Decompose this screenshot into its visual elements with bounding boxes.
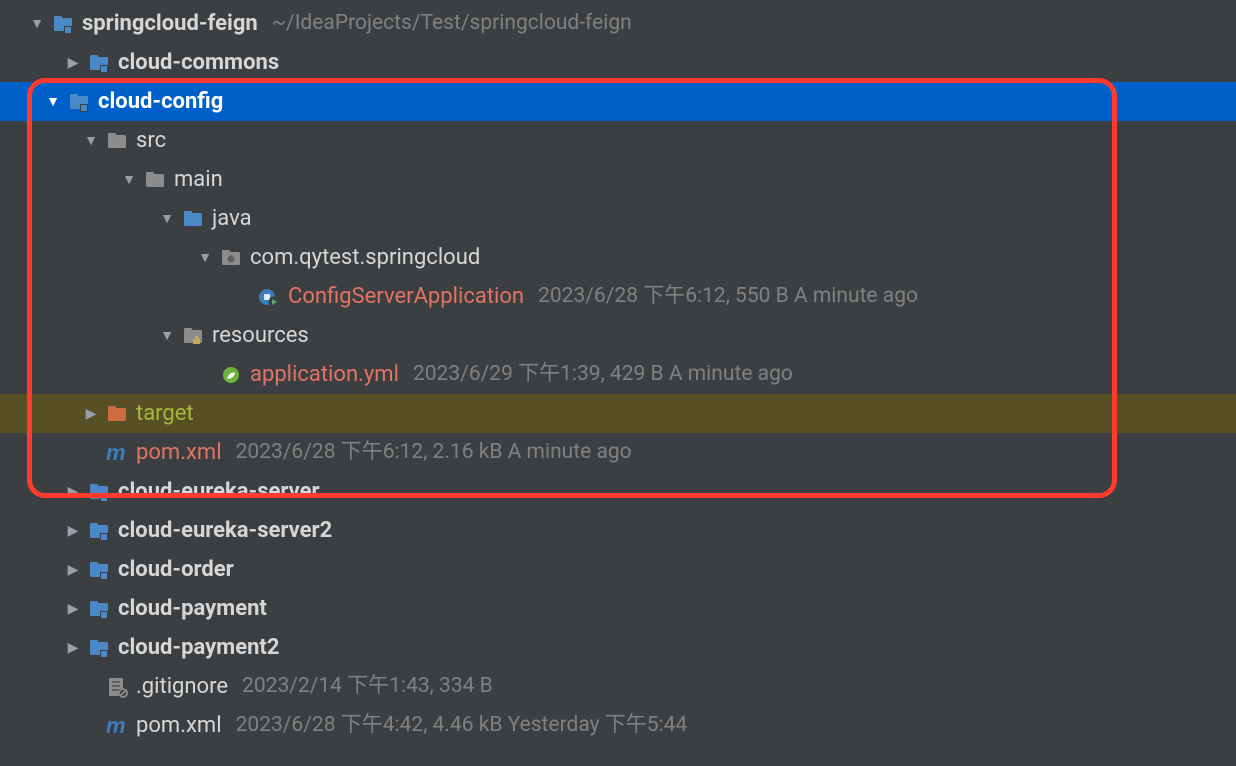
folder-icon (106, 130, 128, 152)
tree-label: pom.xml (136, 442, 222, 464)
tree-meta: 2023/2/14 下午1:43, 334 B (242, 676, 493, 697)
tree-row-root[interactable]: ▼ springcloud-feign ~/IdeaProjects/Test/sp… (0, 4, 1236, 43)
chevron-down-icon[interactable]: ▼ (28, 17, 46, 31)
project-tree[interactable]: ▼ springcloud-feign ~/IdeaProjects/Test/sp… (0, 0, 1236, 745)
tree-label: target (136, 403, 194, 425)
folder-icon (144, 169, 166, 191)
tree-label: java (212, 208, 252, 230)
tree-row-pom-root[interactable]: ▶pom.xml2023/6/28 下午4:42, 4.46 kB Yester… (0, 706, 1236, 745)
tree-label: springcloud-feign (82, 13, 258, 35)
tree-label: cloud-eureka-server (118, 481, 320, 503)
tree-meta: 2023/6/28 下午6:12, 2.16 kB A minute ago (236, 442, 632, 463)
tree-row-package[interactable]: ▼ com.qytest.springcloud (0, 238, 1236, 277)
package-icon (220, 247, 242, 269)
tree-row-cloud-eureka2[interactable]: ▶ cloud-eureka-server2 (0, 511, 1236, 550)
chevron-right-icon[interactable]: ▶ (64, 641, 82, 655)
chevron-right-icon[interactable]: ▶ (64, 602, 82, 616)
tree-row-application-yml[interactable]: ▶application.yml2023/6/29 下午1:39, 429 B … (0, 355, 1236, 394)
maven-icon (106, 715, 128, 737)
tree-label: cloud-eureka-server2 (118, 520, 332, 542)
tree-label: .gitignore (136, 676, 228, 698)
tree-meta: 2023/6/29 下午1:39, 429 B A minute ago (413, 364, 793, 385)
tree-label: ConfigServerApplication (288, 286, 524, 308)
module-icon (52, 13, 74, 35)
tree-label: cloud-payment2 (118, 637, 279, 659)
tree-meta: 2023/6/28 下午4:42, 4.46 kB Yesterday 下午5:… (236, 715, 688, 736)
tree-label: cloud-order (118, 559, 234, 581)
tree-label: cloud-payment (118, 598, 267, 620)
tree-row-cloud-commons[interactable]: ▶ cloud-commons (0, 43, 1236, 82)
chevron-right-icon[interactable]: ▶ (64, 56, 82, 70)
tree-label: resources (212, 325, 309, 347)
module-icon (68, 91, 90, 113)
tree-label: main (174, 169, 223, 191)
chevron-down-icon[interactable]: ▼ (196, 251, 214, 265)
module-icon (88, 559, 110, 581)
excluded-icon (106, 403, 128, 425)
chevron-right-icon[interactable]: ▶ (64, 524, 82, 538)
spring-icon (220, 364, 242, 386)
chevron-down-icon[interactable]: ▼ (120, 173, 138, 187)
module-icon (88, 520, 110, 542)
chevron-right-icon[interactable]: ▶ (82, 407, 100, 421)
chevron-right-icon[interactable]: ▶ (64, 485, 82, 499)
tree-row-cloud-order[interactable]: ▶ cloud-order (0, 550, 1236, 589)
tree-row-target[interactable]: ▶ target (0, 394, 1236, 433)
springrun-icon (258, 286, 280, 308)
tree-row-src[interactable]: ▼ src (0, 121, 1236, 160)
tree-label: cloud-commons (118, 52, 279, 74)
tree-row-gitignore[interactable]: ▶.gitignore2023/2/14 下午1:43, 334 B (0, 667, 1236, 706)
tree-label: cloud-config (98, 91, 223, 113)
ignored-icon (106, 676, 128, 698)
chevron-down-icon[interactable]: ▼ (158, 212, 176, 226)
tree-label: application.yml (250, 364, 399, 386)
tree-row-cloud-config[interactable]: ▼ cloud-config (0, 82, 1236, 121)
resfolder-icon (182, 325, 204, 347)
tree-label: com.qytest.springcloud (250, 247, 480, 269)
tree-meta: ~/IdeaProjects/Test/springcloud-feign (272, 13, 632, 34)
maven-icon (106, 442, 128, 464)
tree-label: src (136, 130, 166, 152)
module-icon (88, 52, 110, 74)
module-icon (88, 481, 110, 503)
tree-row-cloud-payment2[interactable]: ▶ cloud-payment2 (0, 628, 1236, 667)
chevron-right-icon[interactable]: ▶ (64, 563, 82, 577)
tree-label: pom.xml (136, 715, 222, 737)
tree-row-resources[interactable]: ▼ resources (0, 316, 1236, 355)
chevron-down-icon[interactable]: ▼ (158, 329, 176, 343)
tree-row-pom-config[interactable]: ▶pom.xml2023/6/28 下午6:12, 2.16 kB A minu… (0, 433, 1236, 472)
tree-meta: 2023/6/28 下午6:12, 550 B A minute ago (538, 286, 918, 307)
chevron-down-icon[interactable]: ▼ (44, 95, 62, 109)
tree-row-java[interactable]: ▼ java (0, 199, 1236, 238)
module-icon (88, 637, 110, 659)
tree-row-ConfigServerApp[interactable]: ▶ConfigServerApplication2023/6/28 下午6:12… (0, 277, 1236, 316)
module-icon (88, 598, 110, 620)
tree-row-cloud-eureka[interactable]: ▶ cloud-eureka-server (0, 472, 1236, 511)
chevron-down-icon[interactable]: ▼ (82, 134, 100, 148)
tree-row-main[interactable]: ▼ main (0, 160, 1236, 199)
srcfolder-icon (182, 208, 204, 230)
tree-row-cloud-payment[interactable]: ▶ cloud-payment (0, 589, 1236, 628)
